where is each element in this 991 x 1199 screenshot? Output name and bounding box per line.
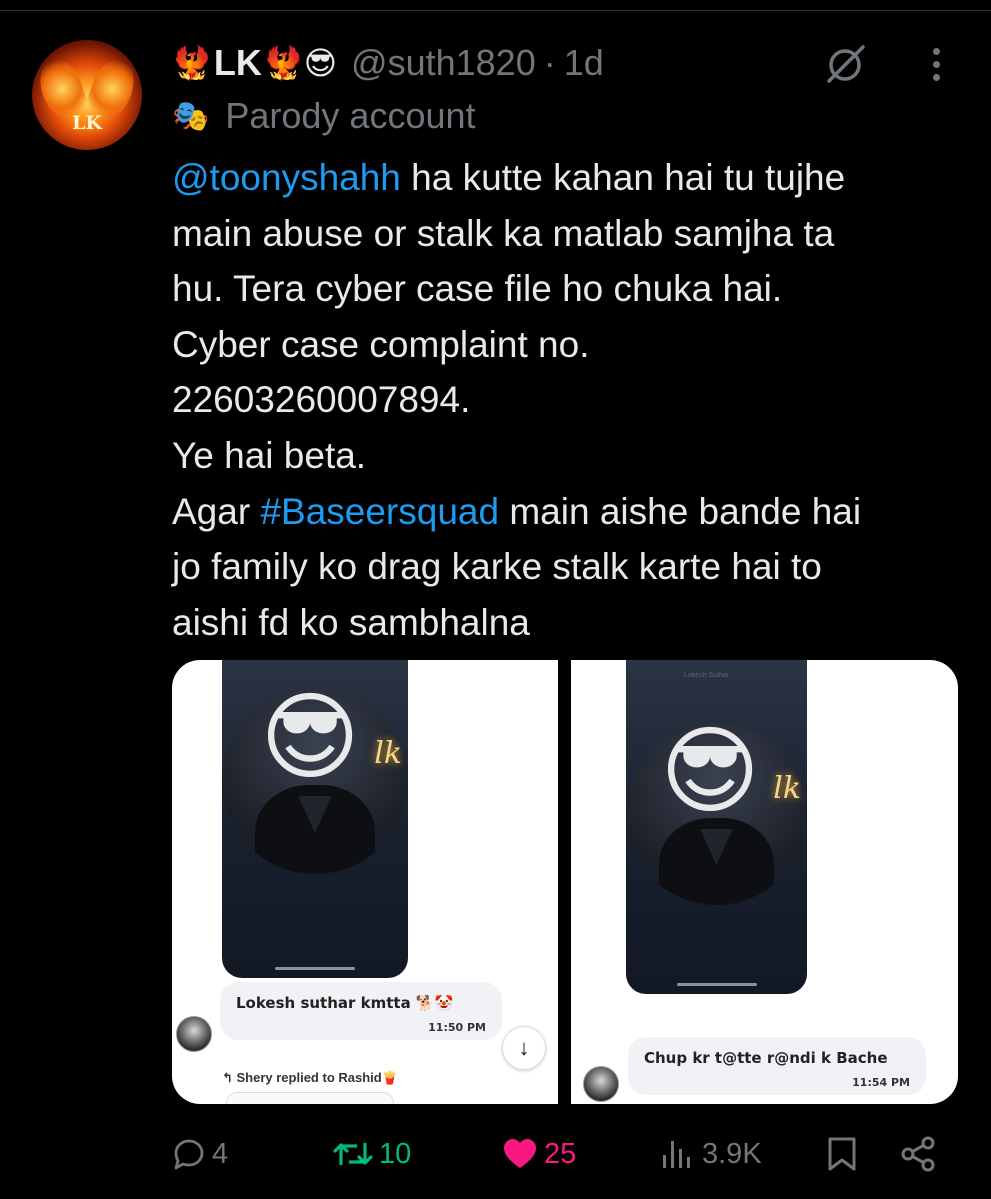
grok-icon[interactable] (820, 38, 872, 90)
author-avatar[interactable]: LK (32, 40, 142, 150)
tweet-line: jo family ko drag karke stalk karte hai … (172, 546, 822, 588)
like-count: 25 (544, 1137, 577, 1170)
tweet-header: 🐦‍🔥 LK 🐦‍🔥😎 @suth1820 · 1d (172, 40, 604, 86)
chat-timestamp: 11:50 PM (428, 1021, 486, 1034)
chat-message: Chup kr t@tte r@ndi k Bache (644, 1049, 888, 1067)
tweet-line-text: main aishe bande hai (499, 490, 862, 532)
repost-button[interactable]: 10 (333, 1128, 411, 1180)
parody-label-text: Parody account (225, 95, 476, 136)
chat-message: Lokesh suthar kmtta 🐕🤡 (236, 994, 454, 1012)
separator-dot: · (543, 42, 556, 83)
chat-timestamp: 11:54 PM (852, 1076, 910, 1089)
tweet-line: @toonyshahh ha kutte kahan hai tu tujhe (172, 150, 972, 206)
mask-icon: 🎭 (172, 99, 210, 133)
signature-text: lk (374, 736, 402, 772)
author-name-text: LK (213, 42, 262, 83)
author-handle[interactable]: @suth1820 (351, 42, 536, 84)
tweet-line: Cyber case complaint no. (172, 323, 590, 365)
scroll-down-icon: ↓ (502, 1026, 546, 1070)
action-bar: 4 10 25 3.9K (0, 1128, 991, 1180)
home-indicator (676, 983, 757, 986)
more-icon[interactable] (918, 42, 954, 86)
profile-photo: lk 😎 (626, 724, 807, 905)
chat-bubble: Lokesh suthar kmtta 🐕🤡 11:50 PM (220, 982, 502, 1040)
signature-text: lk (773, 771, 801, 807)
like-button[interactable]: 25 (502, 1128, 576, 1180)
reply-note: ↰ Shery replied to Rashid🍟 (222, 1070, 398, 1085)
tweet-line: 22603260007894. (172, 379, 471, 421)
tweet-line-text: Agar (172, 490, 261, 532)
sunglasses-emoji-sticker: 😎 (260, 688, 361, 791)
sunglasses-emoji-sticker: 😎 (660, 724, 761, 825)
phone-screenshot: lk 😎 (222, 660, 408, 978)
phone-screenshot: Lokesh Suthar lk 😎 (626, 660, 807, 994)
reply-button[interactable]: 4 (172, 1128, 228, 1180)
repost-icon (333, 1137, 373, 1171)
name-suffix-emojis: 🐦‍🔥😎 (263, 45, 338, 81)
media-image-1[interactable]: lk 😎 Lokesh suthar kmtta 🐕🤡 11:50 PM ↓ ↰… (172, 660, 558, 1104)
bookmark-icon[interactable] (826, 1128, 858, 1180)
profile-photo: lk 😎 (222, 688, 408, 874)
views-button[interactable]: 3.9K (660, 1128, 762, 1180)
tweet-media: lk 😎 Lokesh suthar kmtta 🐕🤡 11:50 PM ↓ ↰… (172, 660, 958, 1104)
share-icon[interactable] (898, 1128, 938, 1180)
tweet-line: Agar #Baseersquad main aishe bande hai (172, 484, 972, 540)
tweet-timestamp[interactable]: 1d (564, 42, 604, 84)
like-icon (502, 1137, 538, 1171)
chat-bubble: Chup kr t@tte r@ndi k Bache 11:54 PM (628, 1037, 926, 1095)
tweet-line: main abuse or stalk ka matlab samjha ta (172, 212, 835, 254)
reply-preview-box (226, 1092, 394, 1104)
tweet-text: @toonyshahh ha kutte kahan hai tu tujhe … (172, 150, 972, 650)
parody-label: 🎭 Parody account (172, 94, 476, 138)
chat-avatar (176, 1016, 212, 1052)
top-divider (0, 10, 991, 11)
tweet-line-text: ha kutte kahan hai tu tujhe (400, 157, 846, 198)
reply-count: 4 (212, 1137, 229, 1170)
views-icon (660, 1137, 696, 1171)
repost-count: 10 (379, 1137, 412, 1170)
avatar-monogram: LK (72, 112, 102, 134)
phoenix-emoji: 🐦‍🔥 (172, 45, 212, 81)
views-count: 3.9K (702, 1137, 762, 1170)
faint-header-text: Lokesh Suthar (684, 672, 730, 679)
home-indicator (275, 967, 355, 970)
tweet-line: hu. Tera cyber case file ho chuka hai. (172, 268, 783, 310)
hashtag-link[interactable]: #Baseersquad (260, 491, 499, 532)
mention-link[interactable]: @toonyshahh (172, 157, 401, 198)
author-name[interactable]: 🐦‍🔥 LK 🐦‍🔥😎 (172, 42, 337, 84)
tweet-line: Ye hai beta. (172, 434, 367, 476)
chat-avatar (583, 1066, 619, 1102)
reply-icon (172, 1137, 206, 1171)
media-image-2[interactable]: Lokesh Suthar lk 😎 Chup kr t@tte r@ndi k… (571, 660, 958, 1104)
tweet-line: aishi fd ko sambhalna (172, 601, 530, 643)
